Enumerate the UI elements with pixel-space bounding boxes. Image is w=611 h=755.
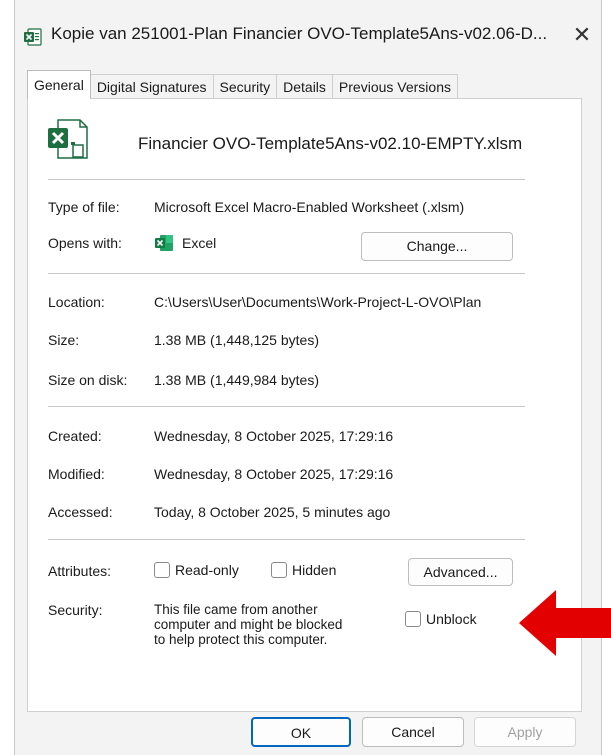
separator (48, 539, 525, 540)
location-value: C:\Users\User\Documents\Work-Project-L-O… (154, 294, 482, 310)
ok-button[interactable]: OK (251, 717, 351, 747)
change-button[interactable]: Change... (361, 232, 513, 261)
red-arrow-icon (519, 590, 611, 656)
security-message: This file came from another computer and… (154, 602, 343, 647)
separator (48, 406, 525, 407)
tab-digital-signatures[interactable]: Digital Signatures (89, 74, 214, 99)
readonly-checkbox[interactable]: Read-only (154, 562, 239, 578)
modified-label: Modified: (48, 466, 105, 482)
size-label: Size: (48, 332, 80, 348)
accessed-label: Accessed: (48, 504, 113, 520)
size-on-disk-label: Size on disk: (48, 372, 128, 388)
unblock-label: Unblock (426, 611, 477, 627)
opens-with-value: Excel (182, 235, 217, 251)
checkbox-box[interactable] (154, 562, 170, 578)
advanced-button[interactable]: Advanced... (408, 558, 513, 586)
size-value: 1.38 MB (1,448,125 bytes) (154, 332, 319, 348)
excel-small-icon (24, 28, 42, 46)
separator (48, 273, 525, 274)
created-value: Wednesday, 8 October 2025, 17:29:16 (154, 428, 394, 444)
hidden-checkbox[interactable]: Hidden (271, 562, 336, 578)
tab-bar: General Digital Signatures Security Deta… (27, 70, 458, 99)
attributes-label: Attributes: (48, 563, 112, 579)
checkbox-box[interactable] (271, 562, 287, 578)
properties-window: Kopie van 251001-Plan Financier OVO-Temp… (14, 0, 602, 755)
separator (48, 179, 525, 180)
type-label: Type of file: (48, 199, 120, 215)
tab-general[interactable]: General (27, 70, 91, 99)
tab-details[interactable]: Details (276, 74, 333, 99)
file-name-field[interactable]: Financier OVO-Template5Ans-v02.10-EMPTY.… (120, 129, 576, 159)
opens-with-label: Opens with: (48, 235, 122, 251)
created-label: Created: (48, 428, 102, 444)
excel-app-icon (155, 235, 173, 251)
checkbox-box[interactable] (405, 611, 421, 627)
security-label: Security: (48, 602, 103, 618)
close-icon[interactable]: ✕ (567, 20, 597, 50)
general-panel: Financier OVO-Template5Ans-v02.10-EMPTY.… (27, 98, 582, 712)
window-title: Kopie van 251001-Plan Financier OVO-Temp… (51, 24, 548, 43)
size-on-disk-value: 1.38 MB (1,449,984 bytes) (154, 372, 319, 388)
excel-file-icon (48, 119, 88, 159)
type-value: Microsoft Excel Macro-Enabled Worksheet … (154, 199, 465, 215)
cancel-button[interactable]: Cancel (362, 717, 464, 747)
tab-previous-versions[interactable]: Previous Versions (331, 74, 458, 99)
location-label: Location: (48, 294, 105, 310)
readonly-label: Read-only (175, 562, 239, 578)
unblock-checkbox[interactable]: Unblock (405, 611, 477, 627)
hidden-label: Hidden (292, 562, 337, 578)
accessed-value: Today, 8 October 2025, 5 minutes ago (154, 504, 391, 520)
tab-security[interactable]: Security (212, 74, 278, 99)
title-bar: Kopie van 251001-Plan Financier OVO-Temp… (15, 0, 601, 62)
modified-value: Wednesday, 8 October 2025, 17:29:16 (154, 466, 394, 482)
apply-button[interactable]: Apply (474, 717, 576, 747)
